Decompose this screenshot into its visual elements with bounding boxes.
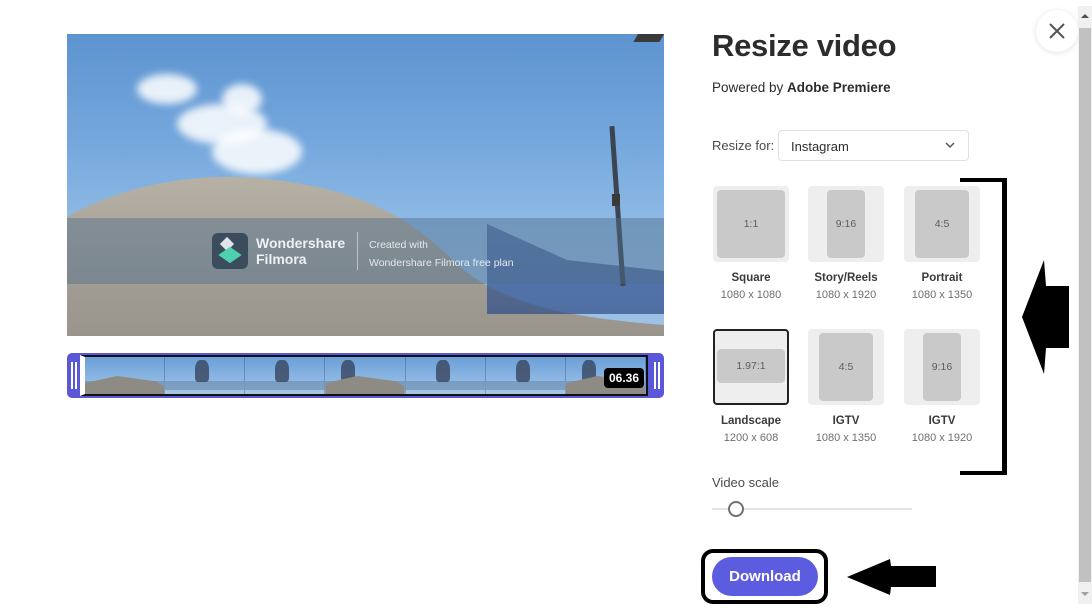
powered-by: Powered by Adobe Premiere: [712, 80, 891, 95]
trim-handle-left[interactable]: [67, 353, 81, 398]
timeline-frame: [165, 357, 246, 394]
watermark-divider: [357, 232, 358, 270]
filmora-logo-icon: [212, 233, 248, 269]
video-scale-label: Video scale: [712, 475, 779, 490]
annotation-arrow-left-icon: [1022, 260, 1069, 374]
ratio-preview: 9:16: [827, 190, 865, 258]
chevron-down-icon: [945, 142, 955, 149]
preset-card-landscape[interactable]: 1.97:1: [713, 329, 789, 405]
preset-card-square[interactable]: 1:1: [713, 186, 789, 262]
timeline-frame: [485, 357, 566, 394]
preset-dims: 1080 x 1080: [720, 289, 782, 301]
trim-handle-right[interactable]: [650, 353, 664, 398]
resize-for-value: Instagram: [791, 139, 849, 154]
timeline-frame: [405, 357, 486, 394]
resize-for-dropdown[interactable]: Instagram: [778, 130, 969, 161]
preset-name: Story/Reels: [814, 272, 878, 284]
preset-dims: 1200 x 608: [723, 432, 779, 444]
ratio-preview: 4:5: [819, 333, 873, 401]
timeline-duration: 06.36: [603, 368, 644, 388]
timeline-frames[interactable]: 06.36: [80, 355, 648, 396]
annotation-arrow-left-icon: [847, 559, 936, 595]
powered-by-brand: Adobe Premiere: [787, 80, 891, 95]
watermark-brand-line1: Wondershare: [256, 235, 346, 251]
scroll-down-button[interactable]: [1078, 586, 1092, 602]
watermark-created-line2: Wondershare Filmora free plan: [369, 257, 514, 269]
preset-card-story-reels[interactable]: 9:16: [808, 186, 884, 262]
powered-by-prefix: Powered by: [712, 80, 788, 95]
scroll-up-button[interactable]: [1078, 8, 1092, 24]
timeline-frame: [85, 357, 166, 394]
scrollbar[interactable]: [1078, 6, 1092, 604]
preset-dims: 1080 x 1920: [815, 289, 877, 301]
watermark-brand: Wondershare Filmora: [256, 235, 345, 267]
cloud: [222, 84, 262, 114]
close-button[interactable]: [1036, 10, 1078, 52]
preset-name: IGTV: [832, 415, 860, 427]
preset-name: Landscape: [720, 415, 782, 427]
annotation-bracket: [960, 178, 1007, 475]
arrow-down-icon: [1081, 592, 1089, 596]
preset-name: Square: [731, 272, 771, 284]
page-title: Resize video: [712, 28, 897, 63]
close-icon: [1049, 23, 1065, 39]
watermark-brand-line2: Filmora: [256, 251, 307, 267]
timeline-trimmer[interactable]: 06.36: [67, 353, 664, 398]
ratio-preview: 1.97:1: [717, 349, 785, 383]
video-preview: Wondershare Filmora Created with Wonders…: [67, 34, 664, 336]
pole-box: [612, 194, 620, 206]
watermark-text: Created with Wondershare Filmora free pl…: [369, 236, 514, 272]
arrow-up-icon: [1081, 14, 1089, 18]
watermark-banner: Wondershare Filmora Created with Wonders…: [67, 218, 664, 284]
cloud: [137, 74, 197, 104]
cloud: [212, 129, 302, 174]
resize-for-label: Resize for:: [712, 138, 775, 153]
video-scale-thumb[interactable]: [728, 501, 744, 517]
preset-card-igtv-4-5[interactable]: 4:5: [808, 329, 884, 405]
download-button[interactable]: Download: [712, 557, 818, 596]
preset-dims: 1080 x 1350: [815, 432, 877, 444]
ratio-preview: 1:1: [717, 190, 785, 258]
timeline-frame: [245, 357, 326, 394]
ratio-preview: 9:16: [923, 333, 961, 401]
timeline-frame: [325, 357, 406, 394]
frame-corner: [633, 34, 664, 42]
scrollbar-thumb[interactable]: [1079, 28, 1091, 582]
watermark-created-line1: Created with: [369, 239, 428, 251]
